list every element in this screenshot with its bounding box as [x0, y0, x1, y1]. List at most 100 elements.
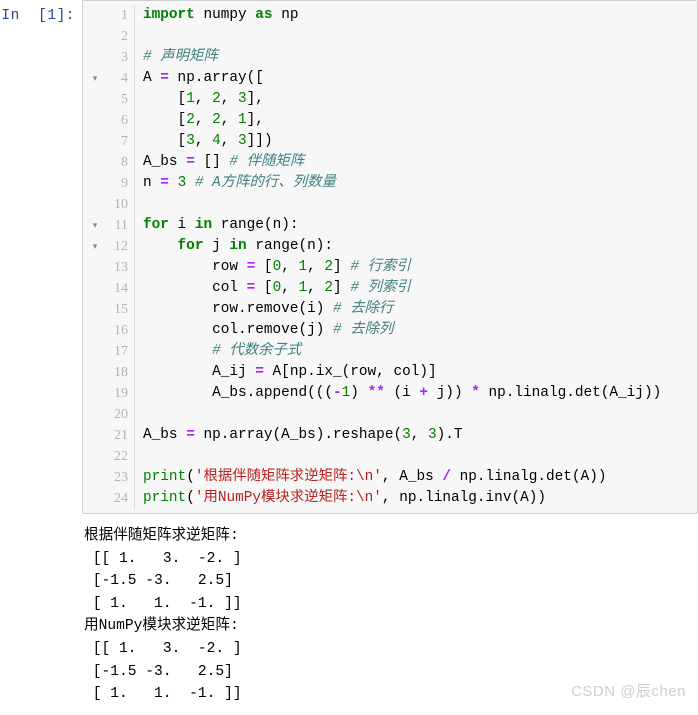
code-cell[interactable]: In [1]: 1 2 3 ▾ 4 5 6 7 8 9 10 ▾ 11 ▾ 12 13 14 15 16 17 18 19…	[0, 0, 698, 514]
token-pl: j))	[428, 385, 472, 401]
token-num: 0	[272, 280, 282, 296]
token-cmt: # 行索引	[350, 259, 411, 275]
token-kw: for	[143, 217, 169, 233]
token-pl: row	[143, 259, 247, 275]
token-pl: [	[255, 280, 273, 296]
token-op: -	[333, 385, 342, 401]
fold-triangle-icon[interactable]: ▾	[89, 215, 101, 236]
stdout-output: 根据伴随矩阵求逆矩阵: [[ 1. 3. -2. ] [-1.5 -3. 2.5…	[84, 528, 242, 703]
token-num: 3	[428, 427, 437, 443]
token-pl: A[np.ix_(row, col)]	[263, 364, 437, 380]
line-number-gutter: 1 2 3 ▾ 4 5 6 7 8 9 10 ▾ 11 ▾ 12 13 14 15 16 17 18 19 20 21 22 23…	[83, 5, 135, 509]
line-number: 24	[114, 491, 128, 506]
code-line: print('根据伴随矩阵求逆矩阵:\n', A_bs / np.linalg.…	[143, 467, 697, 488]
code-line: for i in range(n):	[143, 215, 697, 236]
token-pl: ],	[246, 91, 264, 107]
token-bi: print	[143, 490, 187, 506]
token-num: 1	[238, 112, 247, 128]
code-line: [1, 2, 3],	[143, 89, 697, 110]
token-num: 1	[186, 91, 195, 107]
token-pl: []	[194, 154, 230, 170]
fold-triangle-icon[interactable]: ▾	[89, 68, 101, 89]
token-str: '根据伴随矩阵求逆矩阵:\n'	[194, 469, 382, 485]
line-number: 22	[114, 449, 128, 464]
token-num: 3	[177, 175, 187, 191]
token-kw: for	[177, 238, 204, 254]
code-line: print('用NumPy模块求逆矩阵:\n', np.linalg.inv(A…	[143, 488, 697, 509]
line-number: 17	[114, 344, 128, 359]
token-kw: import	[143, 7, 195, 23]
line-number: 16	[114, 323, 128, 338]
token-num: 1	[298, 259, 308, 275]
token-pl: )	[350, 385, 368, 401]
token-cmt: # 去除行	[333, 301, 394, 317]
token-op: **	[367, 385, 385, 401]
code-line: for j in range(n):	[143, 236, 697, 257]
token-pl: range(n):	[246, 238, 334, 254]
token-pl: A_ij	[143, 364, 256, 380]
token-pl: ,	[281, 280, 299, 296]
line-number: 3	[121, 50, 128, 65]
token-pl: [	[255, 259, 273, 275]
token-cmt: # A方阵的行、列数量	[194, 175, 336, 191]
token-num: 2	[186, 112, 195, 128]
code-line: row = [0, 1, 2] # 行索引	[143, 257, 697, 278]
token-num: 1	[298, 280, 308, 296]
token-pl: ,	[307, 259, 325, 275]
line-number: 15	[114, 302, 128, 317]
token-pl: ]])	[246, 133, 273, 149]
token-pl: ,	[281, 259, 299, 275]
token-num: 2	[324, 259, 334, 275]
token-num: 2	[212, 112, 221, 128]
token-kw: in	[229, 238, 247, 254]
code-source[interactable]: import numpy as np # 声明矩阵 A = np.array([ …	[135, 5, 697, 509]
code-line: A_bs = np.array(A_bs).reshape(3, 3).T	[143, 425, 697, 446]
token-pl: ,	[307, 280, 325, 296]
code-line: col = [0, 1, 2] # 列索引	[143, 278, 697, 299]
token-cmt: # 声明矩阵	[143, 49, 218, 65]
token-num: 2	[324, 280, 334, 296]
token-num: 3	[238, 91, 247, 107]
token-num: 4	[212, 133, 221, 149]
token-pl: ,	[220, 133, 239, 149]
line-number: 21	[114, 428, 128, 443]
token-pl: ,	[194, 91, 213, 107]
token-pl: ,	[194, 133, 213, 149]
token-op: =	[160, 70, 169, 86]
fold-triangle-icon[interactable]: ▾	[89, 236, 101, 257]
token-str: '用NumPy模块求逆矩阵:\n'	[194, 490, 382, 506]
token-cmt: # 去除列	[333, 322, 394, 338]
token-pl: (	[186, 469, 195, 485]
code-editor[interactable]: 1 2 3 ▾ 4 5 6 7 8 9 10 ▾ 11 ▾ 12 13 14 15 16 17 18 19 20 21 22 23…	[82, 0, 698, 514]
code-line: A = np.array([	[143, 68, 697, 89]
line-number: 2	[121, 29, 128, 44]
token-pl: [	[143, 112, 187, 128]
line-number: 18	[114, 365, 128, 380]
token-op: =	[186, 154, 195, 170]
token-pl: , A_bs	[381, 469, 443, 485]
token-pl: (i	[384, 385, 420, 401]
token-op: =	[160, 175, 169, 191]
line-number: 9	[121, 176, 128, 191]
token-pl: ,	[220, 91, 239, 107]
token-pl: i	[168, 217, 195, 233]
token-pl: ]	[333, 259, 351, 275]
token-pl: A_bs	[143, 154, 187, 170]
token-pl: ).T	[436, 427, 463, 443]
line-number: 1	[121, 8, 128, 23]
token-op: *	[471, 385, 480, 401]
token-cmt: # 伴随矩阵	[229, 154, 305, 170]
token-pl: row.remove(i)	[143, 301, 333, 317]
token-pl: A_bs	[143, 427, 187, 443]
line-number: 6	[121, 113, 128, 128]
code-line: [3, 4, 3]])	[143, 131, 697, 152]
code-line: A_bs.append(((-1) ** (i + j)) * np.linal…	[143, 383, 697, 404]
code-line: col.remove(j) # 去除列	[143, 320, 697, 341]
token-pl: A_bs.append(((	[143, 385, 333, 401]
token-num: 3	[186, 133, 195, 149]
